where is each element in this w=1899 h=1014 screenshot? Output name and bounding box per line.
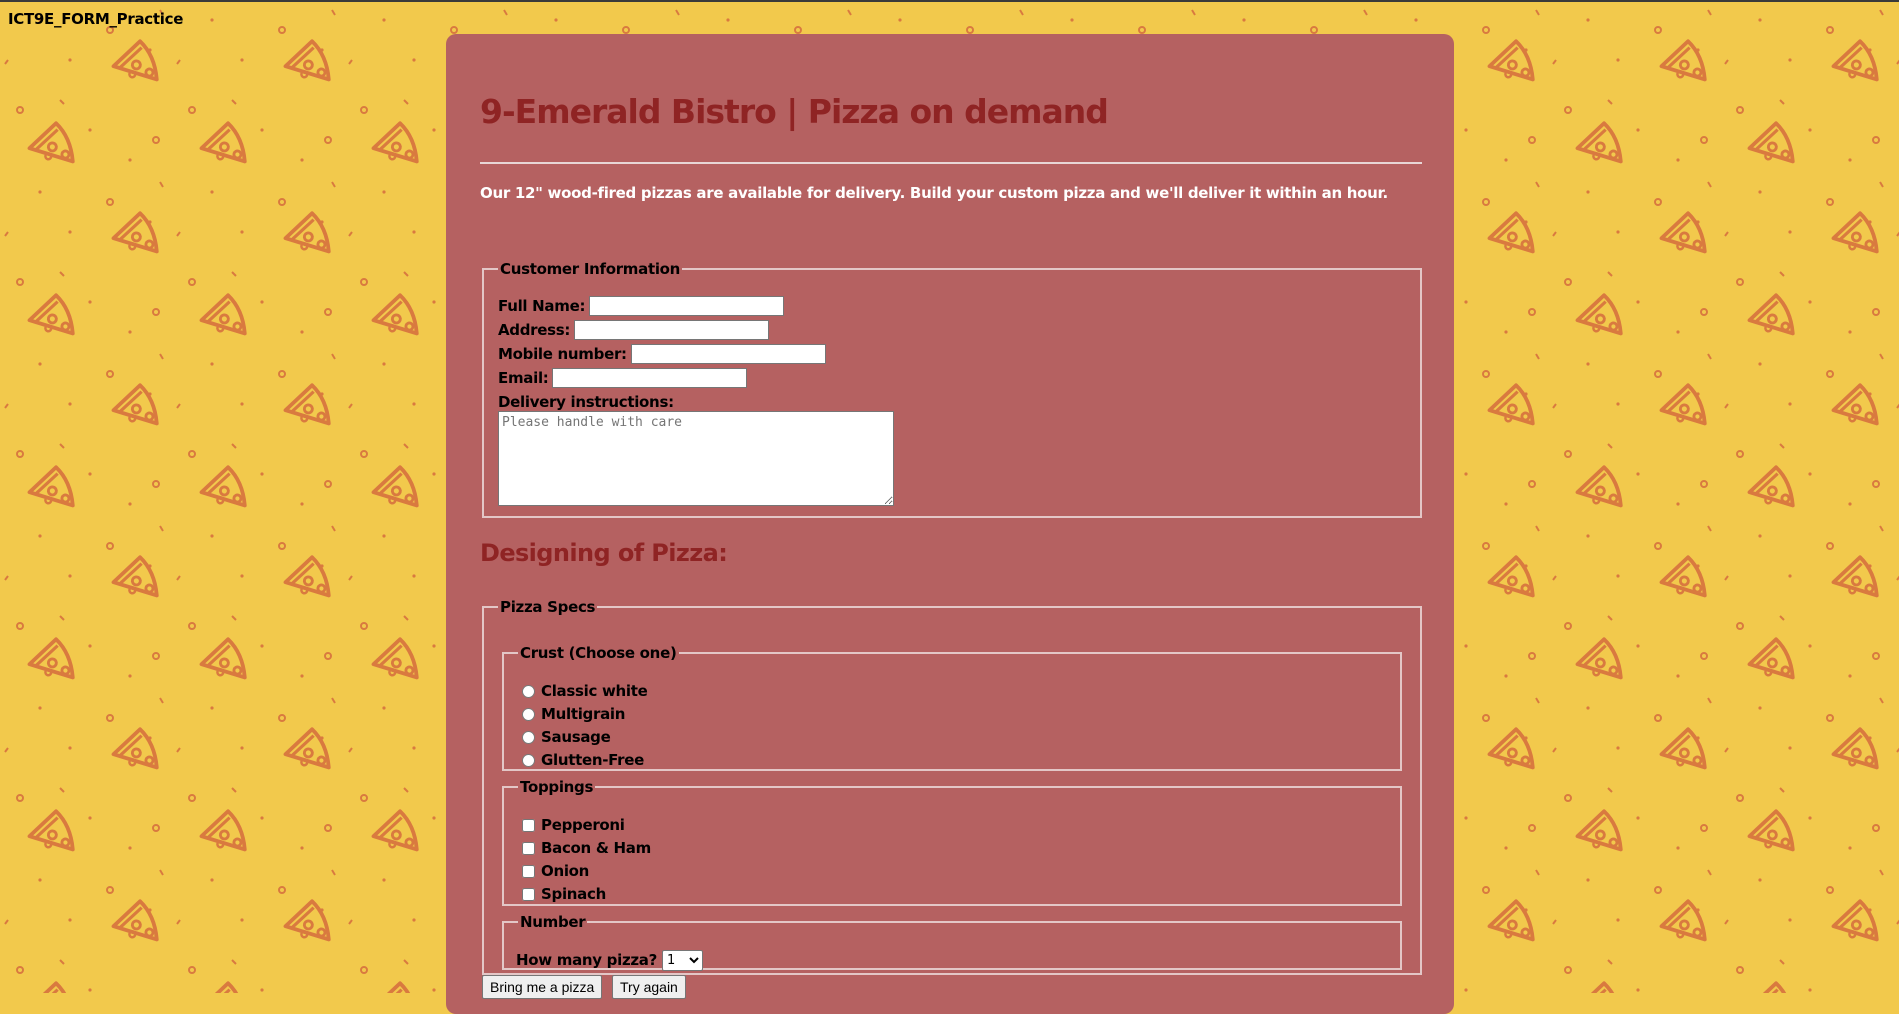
full-name-label: Full Name: [498, 297, 586, 315]
address-row: Address: [498, 319, 770, 341]
page-title: 9-Emerald Bistro | Pizza on demand [480, 92, 1109, 131]
toppings-legend: Toppings [520, 778, 594, 796]
full-name-input[interactable] [589, 296, 785, 316]
crust-legend: Crust (Choose one) [520, 644, 677, 662]
customer-information-fieldset: Customer Information Full Name: Address:… [482, 261, 1422, 518]
email-label: Email: [498, 369, 549, 387]
crust-radio[interactable] [522, 707, 535, 721]
crust-option[interactable]: Sausage [522, 726, 611, 748]
crust-option[interactable]: Classic white [522, 680, 648, 702]
address-input[interactable] [574, 320, 770, 340]
delivery-instructions-label: Delivery instructions: [498, 393, 674, 411]
full-name-row: Full Name: [498, 295, 785, 317]
crust-option[interactable]: Multigrain [522, 703, 625, 725]
crust-radio[interactable] [522, 753, 535, 767]
try-again-button[interactable]: Try again [612, 975, 686, 999]
crust-option-label: Glutten-Free [541, 751, 644, 769]
address-label: Address: [498, 321, 571, 339]
mobile-input[interactable] [630, 344, 826, 364]
crust-option-label: Classic white [541, 682, 648, 700]
form-panel: 9-Emerald Bistro | Pizza on demand Our 1… [446, 34, 1454, 1014]
pizza-specs-legend: Pizza Specs [500, 598, 596, 616]
design-heading: Designing of Pizza: [480, 539, 728, 567]
topping-option-label: Onion [541, 862, 590, 880]
customer-information-legend: Customer Information [500, 260, 681, 278]
mobile-label: Mobile number: [498, 345, 627, 363]
crust-fieldset: Crust (Choose one) Classic white Multigr… [502, 645, 1402, 771]
crust-radio[interactable] [522, 684, 535, 698]
topping-option-label: Spinach [541, 885, 606, 903]
topping-option[interactable]: Pepperoni [522, 814, 625, 836]
topping-option[interactable]: Spinach [522, 883, 606, 905]
crust-option[interactable]: Glutten-Free [522, 749, 644, 771]
mobile-row: Mobile number: [498, 343, 826, 365]
crust-option-label: Sausage [541, 728, 611, 746]
pizza-count-row: How many pizza? 1 [516, 949, 704, 971]
crust-option-label: Multigrain [541, 705, 626, 723]
divider [480, 162, 1422, 164]
topping-checkbox[interactable] [522, 864, 535, 878]
pizza-count-select[interactable]: 1 [662, 949, 704, 971]
delivery-instructions-textarea[interactable] [498, 411, 894, 506]
topping-checkbox[interactable] [522, 818, 535, 832]
topping-option[interactable]: Bacon & Ham [522, 837, 651, 859]
pizza-specs-fieldset: Pizza Specs Crust (Choose one) Classic w… [482, 599, 1422, 975]
email-row: Email: [498, 367, 748, 389]
email-input[interactable] [552, 368, 748, 388]
crust-radio[interactable] [522, 730, 535, 744]
topping-option-label: Bacon & Ham [541, 839, 651, 857]
page-label: ICT9E_FORM_Practice [8, 10, 184, 28]
bring-pizza-button[interactable]: Bring me a pizza [482, 975, 603, 999]
pizza-count-label: How many pizza? [516, 951, 658, 969]
instructions-row: Delivery instructions: [498, 391, 674, 413]
topping-option-label: Pepperoni [541, 816, 625, 834]
toppings-fieldset: Toppings Pepperoni Bacon & Ham Onion Spi… [502, 779, 1402, 906]
intro-text: Our 12" wood-fired pizzas are available … [480, 184, 1388, 202]
topping-checkbox[interactable] [522, 887, 535, 901]
number-legend: Number [520, 913, 586, 931]
topping-option[interactable]: Onion [522, 860, 589, 882]
number-fieldset: Number How many pizza? 1 [502, 913, 1402, 971]
topping-checkbox[interactable] [522, 841, 535, 855]
